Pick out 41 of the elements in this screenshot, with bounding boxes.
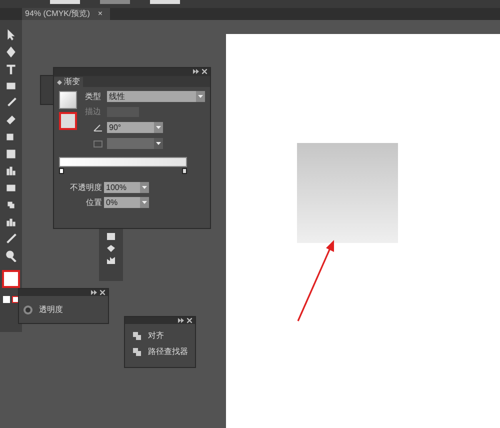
fill-swatch[interactable]: [3, 296, 10, 303]
collapse-icon[interactable]: [91, 290, 97, 295]
document-tab[interactable]: 94% (CMYK/预览) ×: [22, 8, 110, 20]
dropdown-field[interactable]: 线性: [107, 91, 205, 102]
dropdown-field[interactable]: 100%: [104, 182, 149, 193]
panel-label[interactable]: 对齐: [148, 332, 164, 340]
angle-icon: [93, 124, 103, 132]
type-label: 类型: [85, 92, 102, 100]
collapse-icon[interactable]: [178, 318, 184, 323]
diamond-icon: [57, 80, 62, 84]
dropdown-field[interactable]: 90°: [107, 122, 163, 133]
opacity-label: 不透明度: [70, 184, 102, 192]
transparency-icon[interactable]: [23, 305, 33, 315]
zoom-tool-icon[interactable]: [5, 250, 17, 262]
field-value: 100%: [105, 184, 128, 192]
panel-item-icon[interactable]: [133, 348, 141, 356]
close-icon[interactable]: [100, 290, 105, 295]
graph-tool-icon[interactable]: [5, 164, 17, 176]
field-value: 90°: [108, 124, 122, 132]
location-label: 位置: [86, 198, 102, 206]
brush-tool-icon[interactable]: [5, 96, 17, 108]
rectangle-tool-icon[interactable]: [5, 80, 17, 92]
dropdown-field[interactable]: 0%: [104, 197, 149, 208]
collapse-icon[interactable]: [193, 69, 199, 74]
fill-stroke-swatch[interactable]: [2, 270, 20, 288]
color-stop[interactable]: [182, 168, 187, 174]
close-icon[interactable]: [202, 69, 207, 74]
panel-label[interactable]: 路径查找器: [148, 348, 188, 356]
fill-stroke-swatch[interactable]: [59, 112, 77, 130]
panel-item-icon[interactable]: [133, 332, 141, 340]
chart-tool-icon[interactable]: [5, 216, 17, 228]
aspect-ratio-icon: [93, 140, 103, 148]
gradient-swatch[interactable]: [59, 91, 77, 109]
field-value: 线性: [108, 92, 126, 100]
field-value: 0%: [105, 198, 119, 206]
panel-label[interactable]: 透明度: [39, 306, 63, 314]
color-stop[interactable]: [59, 168, 64, 174]
selection-tool-icon[interactable]: [5, 28, 17, 40]
type-tool-icon[interactable]: [5, 62, 17, 74]
close-icon[interactable]: [187, 318, 192, 323]
stroke-label: 描边: [85, 108, 102, 116]
